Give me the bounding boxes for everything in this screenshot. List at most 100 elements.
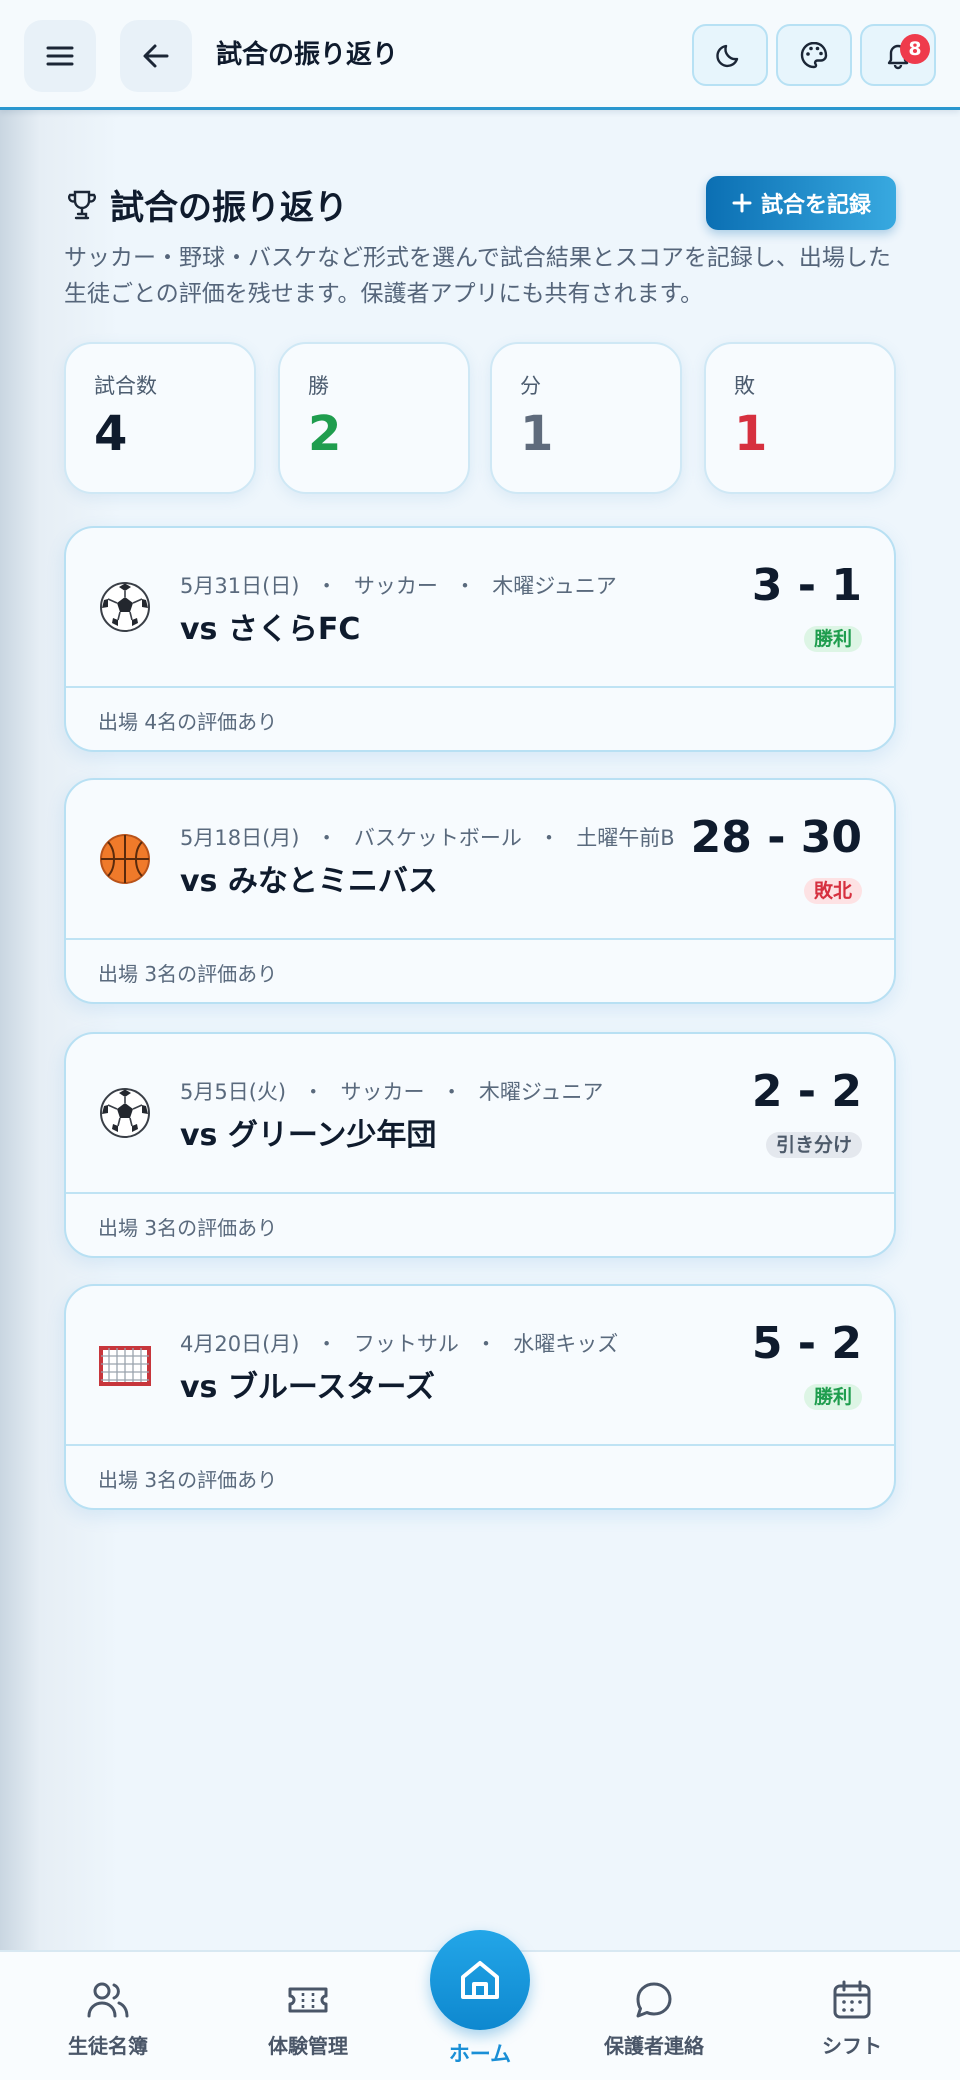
home-icon: [461, 1961, 499, 1999]
page-title-text: 試合の振り返り: [110, 188, 348, 228]
nav-label-home[interactable]: ホーム: [430, 2038, 530, 2068]
result-badge: 敗北: [803, 878, 862, 904]
stat-draws: 分 1: [490, 342, 682, 494]
match-sport: サッカー: [340, 1080, 425, 1104]
nav-item-home[interactable]: [430, 1930, 530, 2030]
match-score: 28 - 30: [690, 812, 862, 863]
card-divider: [66, 1192, 894, 1194]
match-evaluation-summary: 出場 4名の評価あり: [98, 710, 278, 734]
match-opponent: vs みなとミニバス: [180, 864, 438, 899]
match-team: 木曜ジュニア: [478, 1080, 604, 1104]
soccer-ball-icon: [100, 582, 150, 632]
nav-label: 生徒名簿: [68, 2034, 148, 2058]
menu-button[interactable]: [24, 20, 96, 92]
stat-value: 4: [94, 406, 128, 462]
match-card-summary[interactable]: 5月18日(月) ・ バスケットボール ・ 土曜午前B vs みなとミニバス 2…: [66, 780, 894, 938]
meta-separator: ・: [302, 1080, 324, 1104]
app-header: 試合の振り返り 8: [0, 0, 960, 110]
meta-separator: ・: [316, 574, 338, 598]
stat-value: 2: [308, 406, 342, 462]
palette-icon: [800, 41, 828, 69]
match-meta: 5月18日(月) ・ バスケットボール ・ 土曜午前B: [180, 822, 675, 852]
nav-label: 保護者連絡: [604, 2034, 704, 2058]
back-arrow-icon: [143, 44, 169, 68]
nav-label: 体験管理: [268, 2034, 348, 2058]
students-icon: [87, 1982, 129, 2018]
match-date: 5月31日(日): [180, 574, 300, 598]
nav-item-shift[interactable]: シフト: [772, 1980, 932, 2059]
stat-label: 勝: [308, 374, 329, 398]
match-meta: 5月31日(日) ・ サッカー ・ 木曜ジュニア: [180, 570, 617, 600]
record-match-label: 試合を記録: [760, 193, 871, 218]
stat-total-matches: 試合数 4: [64, 342, 256, 494]
header-title: 試合の振り返り: [216, 40, 399, 70]
stat-losses: 敗 1: [704, 342, 896, 494]
match-card[interactable]: 4月20日(月) ・ フットサル ・ 水曜キッズ vs ブルースターズ 5 - …: [64, 1284, 896, 1510]
result-badge: 勝利: [803, 626, 862, 652]
basketball-icon: [100, 834, 150, 884]
card-divider: [66, 938, 894, 940]
ticket-icon: [288, 1987, 328, 2013]
match-team: 土曜午前B: [576, 826, 675, 850]
back-button[interactable]: [120, 20, 192, 92]
soccer-ball-icon: [100, 1088, 150, 1138]
match-card[interactable]: 5月31日(日) ・ サッカー ・ 木曜ジュニア vs さくらFC 3 - 1 …: [64, 526, 896, 752]
match-card-summary[interactable]: 5月31日(日) ・ サッカー ・ 木曜ジュニア vs さくらFC 3 - 1 …: [66, 528, 894, 686]
match-card[interactable]: 5月5日(火) ・ サッカー ・ 木曜ジュニア vs グリーン少年団 2 - 2…: [64, 1032, 896, 1258]
stat-value: 1: [734, 406, 768, 462]
menu-icon: [46, 46, 74, 66]
match-opponent: vs ブルースターズ: [180, 1370, 435, 1405]
theme-button[interactable]: [776, 24, 852, 86]
match-sport: サッカー: [353, 574, 438, 598]
match-date: 5月18日(月): [180, 826, 300, 850]
match-date: 4月20日(月): [180, 1332, 300, 1356]
match-meta: 4月20日(月) ・ フットサル ・ 水曜キッズ: [180, 1328, 618, 1358]
page-title: 試合の振り返り: [64, 180, 348, 229]
result-badge: 引き分け: [765, 1132, 862, 1158]
match-card-summary[interactable]: 5月5日(火) ・ サッカー ・ 木曜ジュニア vs グリーン少年団 2 - 2…: [66, 1034, 894, 1192]
match-sport: バスケットボール: [353, 826, 522, 850]
match-meta: 5月5日(火) ・ サッカー ・ 木曜ジュニア: [180, 1076, 603, 1106]
meta-separator: ・: [316, 826, 338, 850]
match-score: 2 - 2: [751, 1066, 862, 1117]
meta-separator: ・: [441, 1080, 463, 1104]
match-evaluation-summary: 出場 3名の評価あり: [98, 962, 278, 986]
match-sport: フットサル: [353, 1332, 459, 1356]
nav-item-trials[interactable]: 体験管理: [228, 1980, 388, 2059]
match-evaluation-summary: 出場 3名の評価あり: [98, 1216, 278, 1240]
notifications-button[interactable]: 8: [860, 24, 936, 86]
card-divider: [66, 686, 894, 688]
stat-label: 敗: [734, 374, 755, 398]
calendar-icon: [833, 1980, 871, 2019]
plus-icon: [732, 193, 752, 213]
meta-separator: ・: [316, 1332, 338, 1356]
meta-separator: ・: [475, 1332, 497, 1356]
notification-badge: 8: [900, 34, 930, 64]
match-date: 5月5日(火): [180, 1080, 287, 1104]
match-card[interactable]: 5月18日(月) ・ バスケットボール ・ 土曜午前B vs みなとミニバス 2…: [64, 778, 896, 1004]
chat-bubble-icon: [636, 1982, 672, 2018]
match-team: 木曜ジュニア: [492, 574, 617, 598]
result-badge: 勝利: [803, 1384, 862, 1410]
stat-label: 分: [520, 374, 541, 398]
stat-value: 1: [520, 406, 554, 462]
meta-separator: ・: [538, 826, 560, 850]
match-card-summary[interactable]: 4月20日(月) ・ フットサル ・ 水曜キッズ vs ブルースターズ 5 - …: [66, 1286, 894, 1444]
nav-label: シフト: [822, 2034, 882, 2058]
match-opponent: vs グリーン少年団: [180, 1118, 437, 1153]
match-opponent: vs さくらFC: [180, 612, 361, 647]
page-description: サッカー・野球・バスケなど形式を選んで試合結果とスコアを記録し、出場した生徒ごと…: [64, 245, 891, 307]
dark-mode-button[interactable]: [692, 24, 768, 86]
trophy-icon: [67, 190, 97, 219]
goal-net-icon: [99, 1346, 151, 1386]
match-evaluation-summary: 出場 3名の評価あり: [98, 1468, 278, 1492]
match-score: 3 - 1: [751, 560, 862, 611]
stat-wins: 勝 2: [278, 342, 470, 494]
meta-separator: ・: [454, 574, 476, 598]
nav-item-students[interactable]: 生徒名簿: [28, 1980, 188, 2059]
match-score: 5 - 2: [751, 1318, 862, 1369]
nav-item-parent-contact[interactable]: 保護者連絡: [574, 1980, 734, 2059]
card-divider: [66, 1444, 894, 1446]
moon-icon: [716, 44, 739, 68]
record-match-button[interactable]: 試合を記録: [706, 176, 896, 230]
